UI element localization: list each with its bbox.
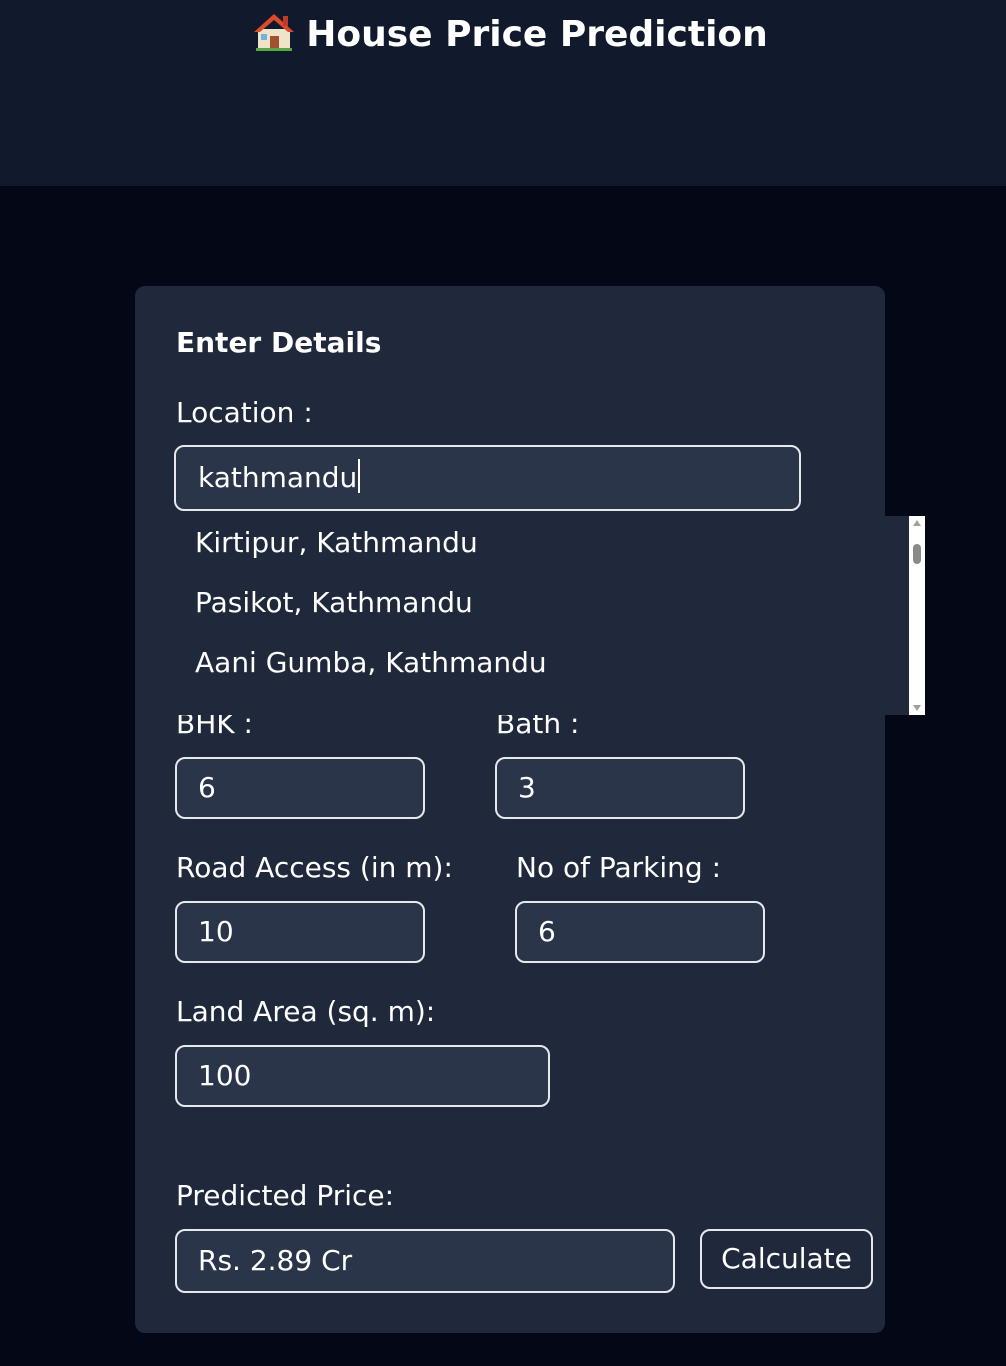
section-title: Enter Details [176,326,382,359]
road-access-label: Road Access (in m): [176,851,453,884]
bhk-input[interactable]: 6 [175,757,425,819]
text-caret [358,459,361,493]
predicted-price-output: Rs. 2.89 Cr [175,1229,675,1293]
location-suggestions-dropdown: Kirtipur, Kathmandu Pasikot, Kathmandu A… [169,516,925,715]
road-access-input[interactable]: 10 [175,901,425,963]
app-title: House Price Prediction [0,12,1006,55]
suggestion-item[interactable]: Aani Gumba, Kathmandu [195,646,547,679]
dropdown-scrollbar[interactable] [909,516,925,715]
location-input-value: kathmandu [198,461,358,494]
app-title-text: House Price Prediction [306,14,768,55]
scroll-thumb[interactable] [913,544,921,564]
predicted-price-label: Predicted Price: [176,1179,395,1212]
scroll-down-icon[interactable] [913,705,921,711]
land-area-input[interactable]: 100 [175,1045,550,1107]
parking-label: No of Parking : [516,851,722,884]
parking-input[interactable]: 6 [515,901,765,963]
app-header: House Price Prediction [0,0,1006,186]
house-icon [254,14,295,51]
calculate-button[interactable]: Calculate [700,1229,873,1289]
suggestion-item[interactable]: Kirtipur, Kathmandu [195,526,478,559]
suggestion-item[interactable]: Pasikot, Kathmandu [195,586,473,619]
scroll-up-icon[interactable] [913,520,921,526]
bath-input[interactable]: 3 [495,757,745,819]
location-input[interactable]: kathmandu [174,445,801,511]
land-area-label: Land Area (sq. m): [176,995,436,1028]
location-label: Location : [176,396,313,429]
